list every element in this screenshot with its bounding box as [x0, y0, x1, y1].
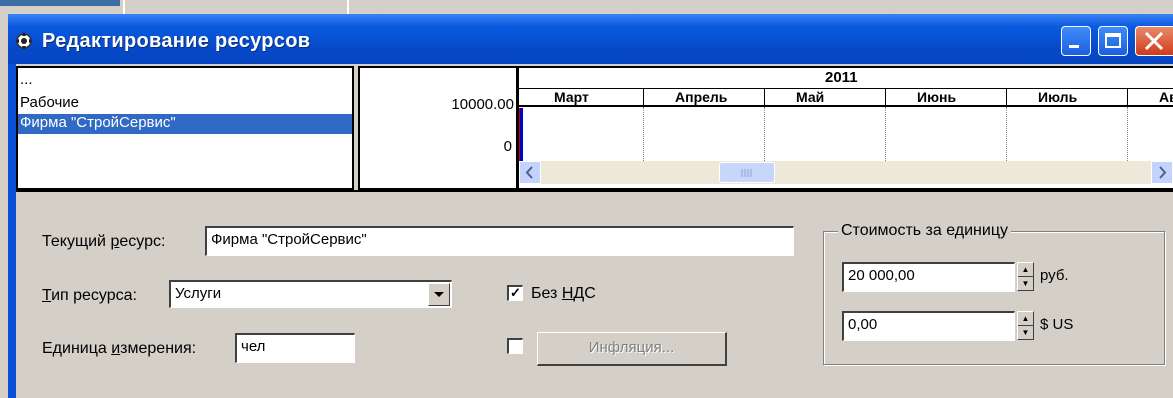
month-gridline [643, 107, 644, 163]
chevron-right-icon [1159, 166, 1167, 179]
month-label: Май [796, 89, 825, 105]
timeline-year: 2011 [825, 69, 858, 86]
month-divider [885, 89, 886, 106]
month-label: Июль [1038, 89, 1078, 105]
scroll-right-button[interactable] [1151, 161, 1173, 184]
rub-cost-field[interactable]: 20 000,00 [842, 262, 1015, 292]
list-item-ellipsis[interactable]: ... [20, 72, 33, 87]
scroll-left-button[interactable] [519, 161, 541, 184]
spin-up-icon[interactable]: ▲ [1018, 312, 1033, 326]
usd-cost-field[interactable]: 0,00 [842, 311, 1015, 341]
minimize-icon [1069, 45, 1079, 48]
inflation-button[interactable]: Инфляция... [537, 332, 727, 366]
usd-unit-label: $ US [1040, 316, 1074, 333]
month-gridline [764, 107, 765, 163]
list-item-selected[interactable]: Фирма "СтройСервис" [18, 114, 352, 134]
resource-list[interactable]: ... Рабочие Фирма "СтройСервис" [16, 66, 354, 190]
month-divider [764, 89, 765, 106]
month-label: Июнь [917, 89, 957, 105]
list-item-workers[interactable]: Рабочие [20, 94, 79, 111]
rub-unit-label: руб. [1040, 267, 1069, 284]
inflation-checkbox[interactable] [507, 338, 523, 354]
value-scale: 10000.00 0 [358, 66, 516, 190]
current-resource-label: Текущий ресурс: [42, 233, 166, 250]
scale-max-label: 10000.00 [451, 96, 514, 113]
chevron-down-icon [434, 292, 444, 297]
no-vat-label: Без НДС [531, 285, 596, 302]
spin-down-icon[interactable]: ▼ [1018, 277, 1033, 290]
unit-field[interactable]: чел [235, 333, 355, 363]
no-vat-checkbox[interactable]: ✓ [507, 285, 523, 301]
chevron-left-icon [525, 166, 533, 179]
current-resource-field[interactable]: Фирма "СтройСервис" [205, 226, 794, 256]
splitter[interactable] [16, 190, 1173, 197]
cost-groupbox [823, 231, 1165, 365]
app-icon [15, 32, 33, 50]
usd-spinner[interactable]: ▲ ▼ [1017, 311, 1034, 340]
close-button[interactable] [1135, 26, 1173, 56]
unit-label: Единица измерения: [42, 340, 197, 357]
grip-icon [741, 169, 752, 177]
maximize-button[interactable] [1098, 26, 1128, 56]
spin-up-icon[interactable]: ▲ [1018, 263, 1033, 277]
spin-down-icon[interactable]: ▼ [1018, 326, 1033, 339]
resource-type-value: Услуги [175, 285, 222, 302]
dropdown-button[interactable] [428, 283, 450, 306]
month-gridline [885, 107, 886, 163]
month-gridline [1127, 107, 1128, 163]
month-label: Авг [1159, 89, 1173, 105]
minimize-button[interactable] [1061, 26, 1091, 56]
month-divider [1127, 89, 1128, 106]
close-icon [1144, 31, 1164, 51]
month-label: Апрель [675, 89, 728, 105]
month-gridline [1006, 107, 1007, 163]
resource-type-label: Тип ресурса: [42, 287, 137, 304]
scroll-thumb[interactable] [719, 162, 775, 183]
background-window-strip [0, 0, 1173, 14]
month-divider [643, 89, 644, 106]
cost-group-title: Стоимость за единицу [838, 222, 1011, 240]
month-label: Март [554, 89, 589, 105]
maximize-icon [1105, 33, 1121, 48]
scale-min-label: 0 [503, 138, 512, 155]
data-bar [520, 108, 523, 162]
resource-type-select[interactable]: Услуги [169, 280, 452, 308]
rub-spinner[interactable]: ▲ ▼ [1017, 262, 1034, 291]
month-divider [1006, 89, 1007, 106]
window-title: Редактирование ресурсов [42, 30, 311, 52]
horizontal-scrollbar[interactable] [519, 161, 1173, 184]
